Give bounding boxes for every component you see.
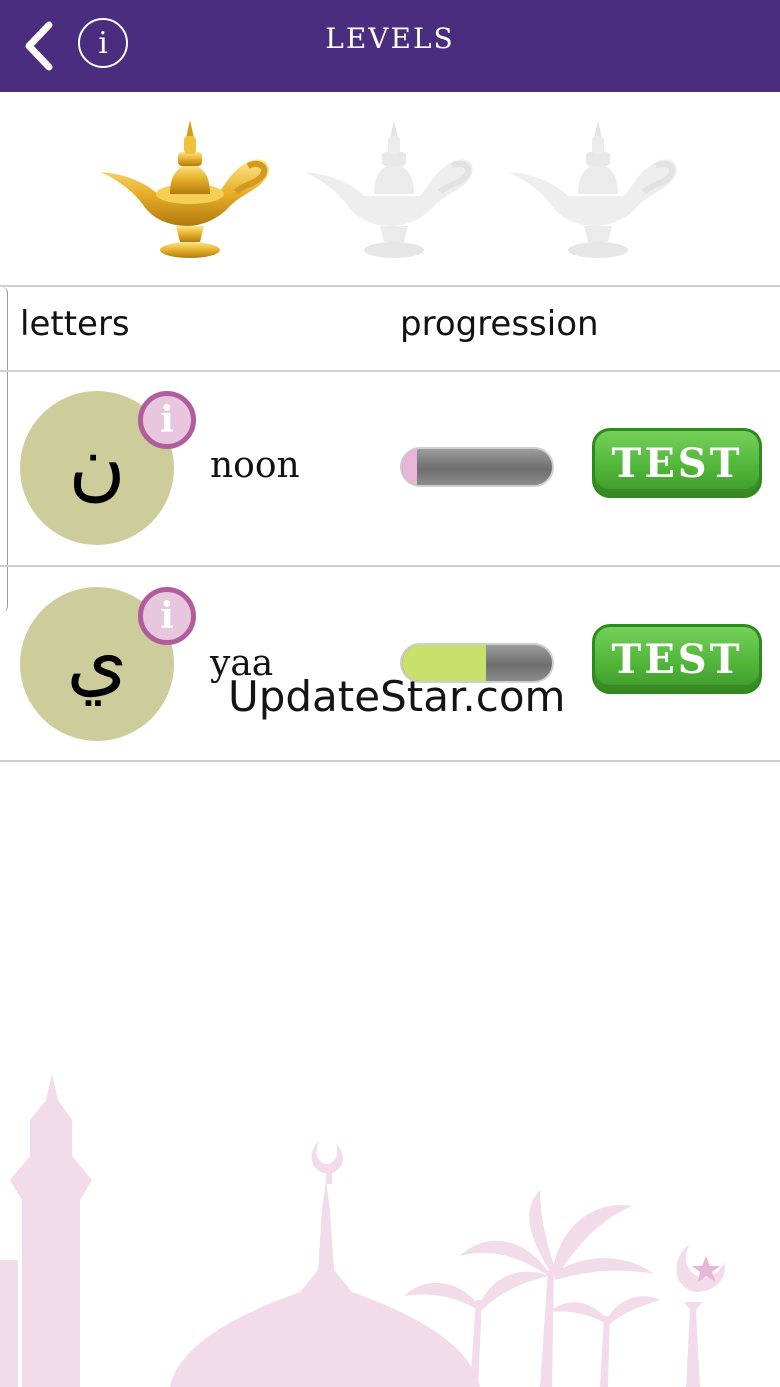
lamp-locked-icon [508,120,677,258]
watermark: UpdateStar.com [228,672,566,721]
page-title: LEVELS [325,22,455,55]
letter-glyph: ي [66,616,128,706]
lamp-gold-icon [100,120,269,258]
letter-row-yaa: ي i yaa TEST [0,567,780,761]
progress-fill [402,449,417,485]
letter-info-button[interactable]: i [138,587,196,645]
letter-info-button[interactable]: i [138,391,196,449]
test-button-label: TEST [611,439,743,487]
level-lamps [0,92,780,284]
letter-name: noon [210,445,300,486]
mosque-skyline-illustration [0,1074,725,1387]
test-button[interactable]: TEST [592,428,762,498]
top-bar: i LEVELS [0,0,780,92]
test-button[interactable]: TEST [592,624,762,694]
lamp-locked-icon [304,120,473,258]
divider [0,285,780,287]
test-button-label: TEST [611,635,743,683]
info-icon: i [160,399,174,441]
divider [0,760,780,762]
letter-glyph: ن [68,420,126,510]
column-header-progression: progression [400,304,599,344]
progress-bar [400,447,554,487]
letter-row-noon: ن i noon TEST [0,371,780,565]
column-header-letters: letters [20,304,130,344]
info-icon: i [160,595,174,637]
